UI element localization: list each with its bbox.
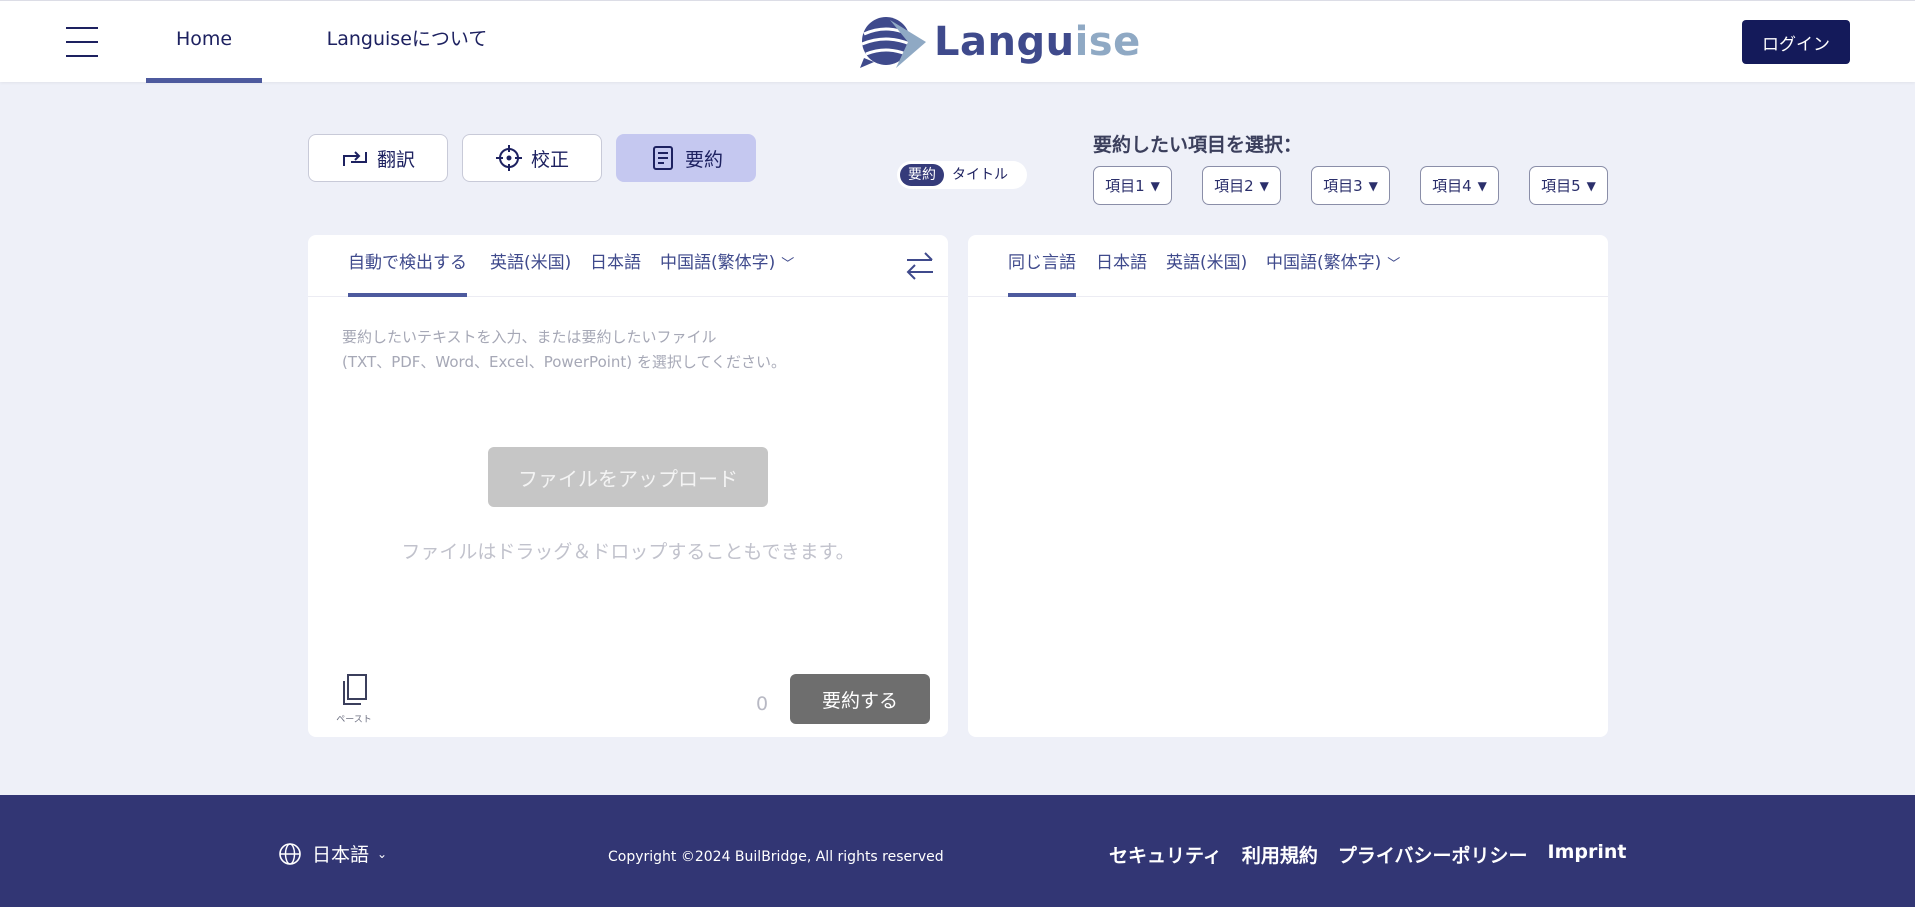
logo-text-part2: ise xyxy=(1074,19,1141,65)
footer-link-privacy[interactable]: プライバシーポリシー xyxy=(1338,841,1528,868)
footer-language-label: 日本語 xyxy=(312,844,370,866)
translate-icon xyxy=(342,151,367,166)
item-select-2-label: 項目2 xyxy=(1214,177,1254,195)
caret-down-icon: ▼ xyxy=(1150,178,1160,193)
translate-mode-label: 翻訳 xyxy=(376,148,415,171)
item-select-3[interactable]: 項目3 ▼ xyxy=(1311,166,1390,205)
item-select-1[interactable]: 項目1 ▼ xyxy=(1093,166,1172,205)
target-lang-more[interactable]: 中国語(繁体字) ﹀ xyxy=(1266,235,1400,297)
select-items-label: 要約したい項目を選択： xyxy=(1093,134,1303,156)
logo-text: Languise xyxy=(934,19,1141,65)
chevron-down-icon: ﹀ xyxy=(1387,257,1401,272)
summarize-button[interactable]: 要約する xyxy=(790,674,930,724)
paste-button[interactable]: ペースト xyxy=(330,673,378,725)
caret-down-icon: ▼ xyxy=(1259,178,1269,193)
item-select-2[interactable]: 項目2 ▼ xyxy=(1202,166,1281,205)
toggle-title[interactable]: タイトル xyxy=(944,164,1016,186)
target-language-bar: 同じ言語 日本語 英語(米国) 中国語(繁体字) ﹀ xyxy=(968,235,1608,297)
nav-home[interactable]: Home xyxy=(146,1,262,83)
logo-text-part1: Langu xyxy=(934,19,1075,65)
caret-down-icon: ▼ xyxy=(1368,178,1378,193)
paste-icon xyxy=(343,674,367,705)
source-panel: 自動で検出する 英語(米国) 日本語 中国語(繁体字) ﹀ 要約したいテキストを入… xyxy=(308,235,948,737)
chevron-down-icon: ⌄ xyxy=(377,846,388,861)
crosshair-icon xyxy=(495,145,522,171)
caret-down-icon: ▼ xyxy=(1586,178,1596,193)
target-lang-english[interactable]: 英語(米国) xyxy=(1166,235,1247,297)
summary-mode-button[interactable]: 要約 xyxy=(616,134,756,182)
paste-label: ペースト xyxy=(336,715,372,725)
caret-down-icon: ▼ xyxy=(1477,178,1487,193)
nav-about[interactable]: Languiseについて xyxy=(322,1,492,83)
proofread-mode-label: 校正 xyxy=(530,148,569,171)
source-lang-auto[interactable]: 自動で検出する xyxy=(348,235,467,297)
footer: 日本語 ⌄ Copyright ©2024 BuilBridge, All ri… xyxy=(0,795,1915,907)
source-lang-english[interactable]: 英語(米国) xyxy=(490,235,571,297)
target-lang-japanese[interactable]: 日本語 xyxy=(1096,235,1147,297)
source-lang-chinese-label: 中国語(繁体字) xyxy=(660,253,776,273)
source-text-input[interactable]: 要約したいテキストを入力、または要約したいファイル (TXT、PDF、Word、… xyxy=(342,325,922,375)
item-select-3-label: 項目3 xyxy=(1323,177,1363,195)
document-icon xyxy=(652,146,673,170)
logo-globe-icon xyxy=(860,17,926,68)
copyright-text: Copyright ©2024 BuilBridge, All rights r… xyxy=(608,849,944,865)
footer-link-imprint[interactable]: Imprint xyxy=(1548,841,1627,868)
menu-icon[interactable] xyxy=(66,27,98,57)
chevron-down-icon: ﹀ xyxy=(781,257,795,272)
source-language-bar: 自動で検出する 英語(米国) 日本語 中国語(繁体字) ﹀ xyxy=(308,235,948,297)
footer-link-security[interactable]: セキュリティ xyxy=(1109,841,1222,868)
proofread-mode-button[interactable]: 校正 xyxy=(462,134,602,182)
drop-hint: ファイルはドラッグ＆ドロップすることもできます。 xyxy=(401,541,855,563)
source-lang-japanese[interactable]: 日本語 xyxy=(590,235,641,297)
item-select-5[interactable]: 項目5 ▼ xyxy=(1529,166,1608,205)
target-lang-same[interactable]: 同じ言語 xyxy=(1008,235,1076,297)
item-select-4-label: 項目4 xyxy=(1432,177,1472,195)
header: Home Languiseについて Languise ログイン xyxy=(0,0,1915,83)
summary-title-toggle[interactable]: 要約 タイトル xyxy=(897,161,1027,189)
placeholder-line-1: 要約したいテキストを入力、または要約したいファイル xyxy=(342,328,717,346)
placeholder-line-2: (TXT、PDF、Word、Excel、PowerPoint) を選択してくださ… xyxy=(342,353,787,371)
target-panel: 同じ言語 日本語 英語(米国) 中国語(繁体字) ﹀ xyxy=(968,235,1608,737)
toggle-summary[interactable]: 要約 xyxy=(900,164,944,186)
summary-mode-label: 要約 xyxy=(684,148,723,171)
item-select-5-label: 項目5 xyxy=(1541,177,1581,195)
globe-icon xyxy=(279,842,301,865)
item-select-1-label: 項目1 xyxy=(1105,177,1145,195)
login-button[interactable]: ログイン xyxy=(1742,20,1850,64)
character-count: 0 xyxy=(756,693,769,715)
target-lang-chinese-label: 中国語(繁体字) xyxy=(1266,253,1382,273)
upload-file-button[interactable]: ファイルをアップロード xyxy=(488,447,768,507)
translate-mode-button[interactable]: 翻訳 xyxy=(308,134,448,182)
source-lang-more[interactable]: 中国語(繁体字) ﹀ xyxy=(660,235,794,297)
logo[interactable]: Languise xyxy=(856,13,1141,71)
swap-languages-icon[interactable] xyxy=(904,249,936,283)
footer-links: セキュリティ 利用規約 プライバシーポリシー Imprint xyxy=(1109,841,1646,868)
item-select-4[interactable]: 項目4 ▼ xyxy=(1420,166,1499,205)
footer-link-terms[interactable]: 利用規約 xyxy=(1242,841,1318,868)
footer-language-select[interactable]: 日本語 ⌄ xyxy=(278,840,387,867)
